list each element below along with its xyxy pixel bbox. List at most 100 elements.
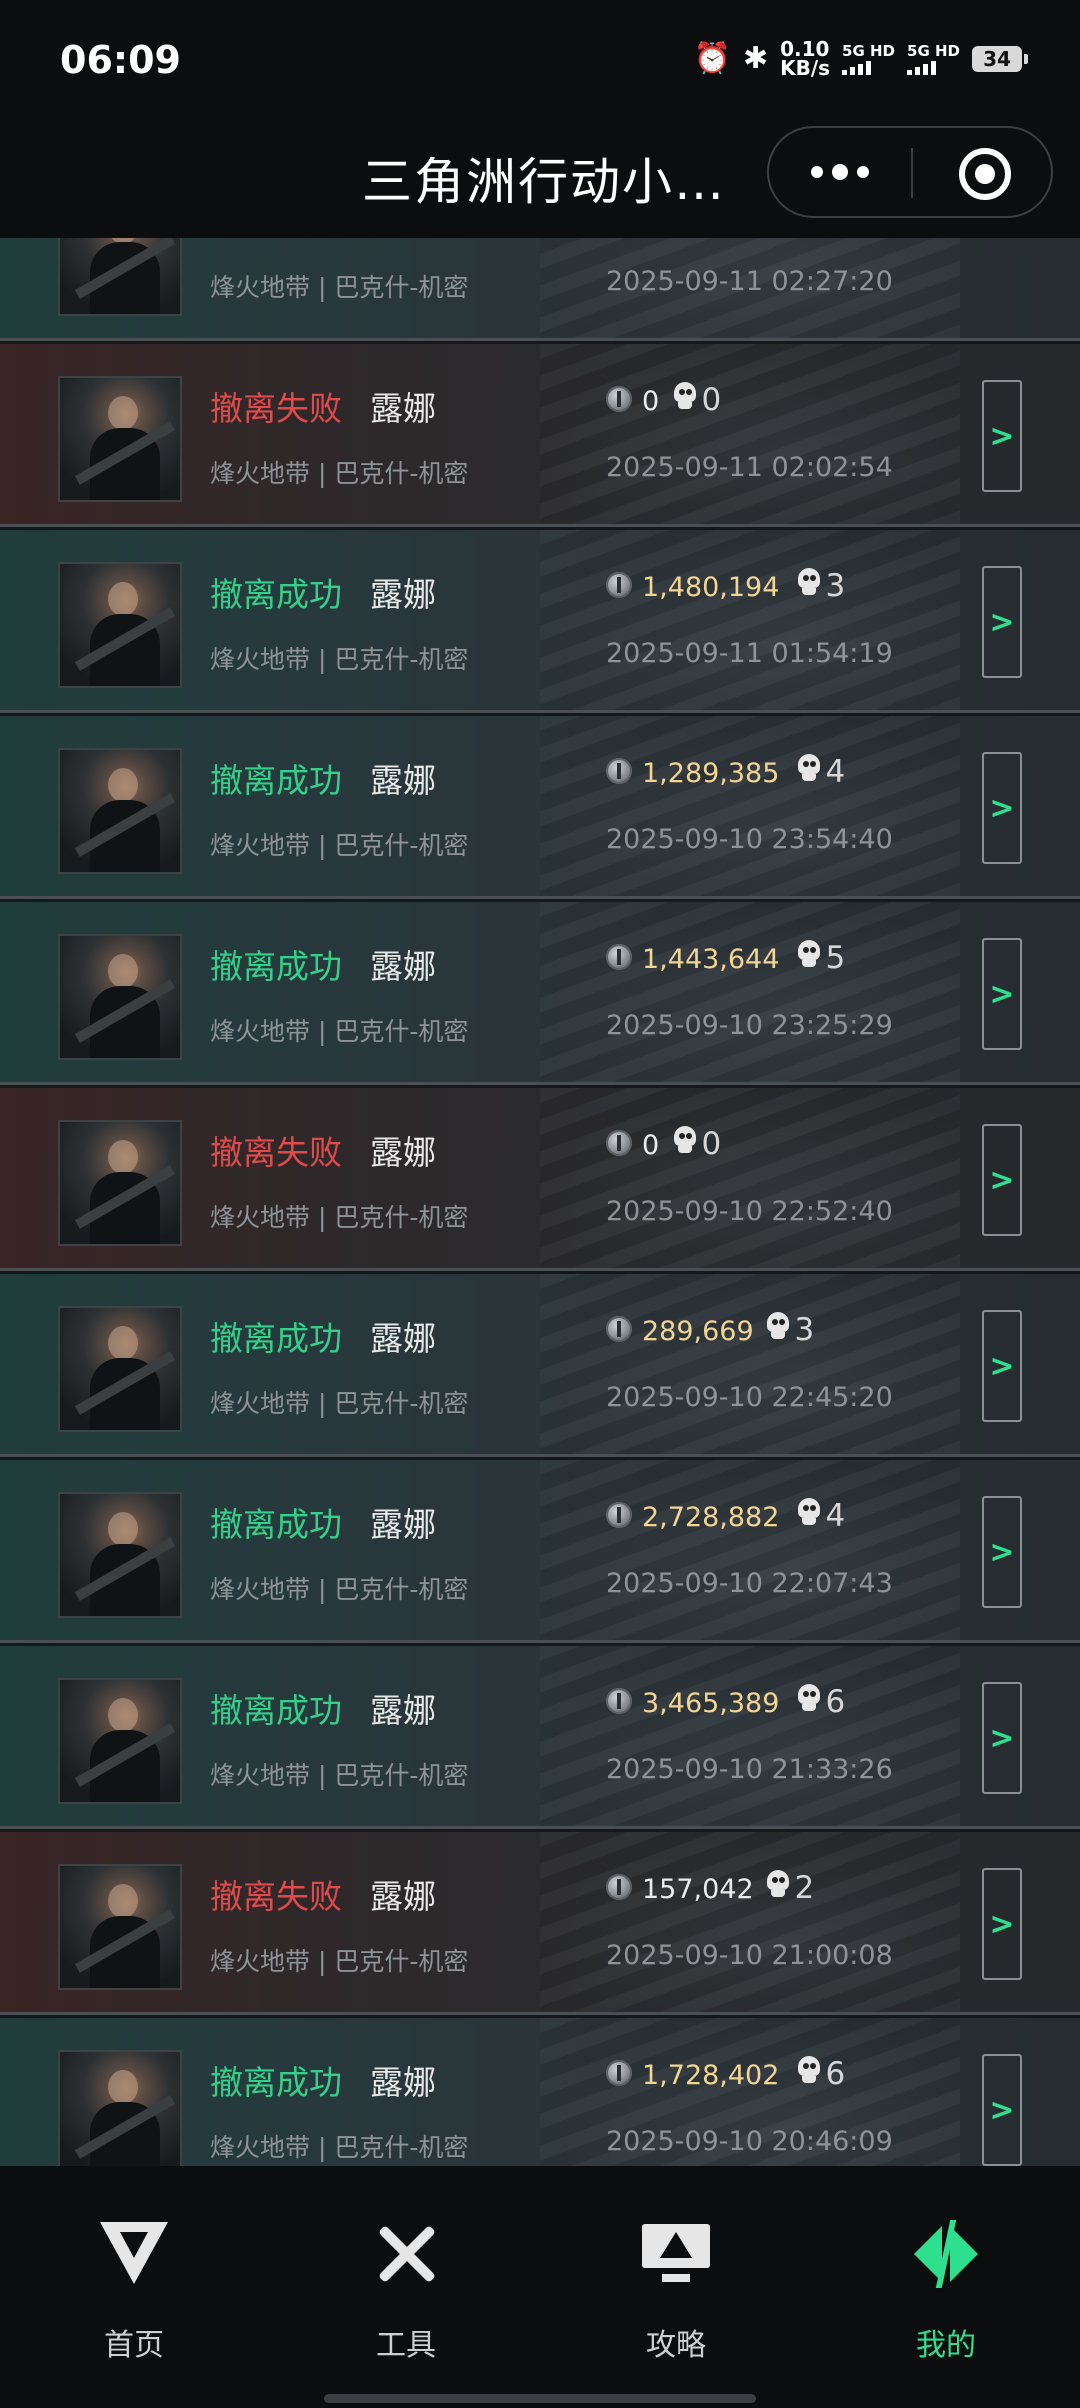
kill-count: 4 [825, 1498, 846, 1534]
detail-arrow-button[interactable]: > [982, 752, 1022, 864]
detail-arrow-button[interactable]: > [982, 1496, 1022, 1608]
coin-icon [606, 944, 632, 970]
map-background-art [540, 1832, 960, 2012]
loot-value: 2,728,882 [642, 1502, 780, 1533]
net-speed: 0.10 KB/s [780, 39, 831, 80]
sim1-label: 5G HD [842, 42, 896, 60]
match-time: 2025-09-10 22:45:20 [606, 1382, 893, 1413]
sim2-signal: 5G HD [907, 43, 960, 75]
operator-avatar [58, 562, 182, 688]
tab-mine[interactable]: 我的 [876, 2220, 1016, 2370]
extraction-status: 撤离成功 [210, 1319, 342, 1358]
mode-and-map: 烽火地带 | 巴克什-机密 [210, 645, 469, 674]
match-record-row[interactable]: 撤离成功 露娜 1,443,644 5 烽火地带 | 巴克什-机密 2025-09-10 … [0, 902, 1080, 1085]
home-indicator [324, 2394, 756, 2403]
extraction-status: 撤离失败 [210, 389, 342, 428]
miniprogram-close-icon[interactable] [959, 148, 1011, 200]
tab-label: 攻略 [646, 2328, 706, 2363]
operator-name: 露娜 [370, 1877, 436, 1916]
kill-skull-icon [796, 1682, 822, 1714]
more-dots-icon[interactable] [769, 128, 911, 216]
capsule-divider [911, 148, 913, 198]
kill-skull-icon [796, 1496, 822, 1528]
match-record-row[interactable]: 撤离成功 露娜 1,480,194 3 烽火地带 | 巴克什-机密 2025-09-11 … [0, 530, 1080, 713]
map-background-art [540, 1274, 960, 1454]
bluetooth-icon: ✱ [742, 41, 769, 76]
coin-icon [606, 572, 632, 598]
tab-guide[interactable]: 攻略 [606, 2220, 746, 2370]
operator-avatar [58, 376, 182, 502]
extraction-status: 撤离成功 [210, 2063, 342, 2102]
extraction-status: 撤离成功 [210, 1505, 342, 1544]
match-time: 2025-09-11 01:54:19 [606, 638, 893, 669]
operator-avatar [58, 934, 182, 1060]
match-record-row[interactable]: 撤离成功 露娜 3,465,389 6 烽火地带 | 巴克什-机密 2025-09-10 … [0, 1646, 1080, 1829]
match-time: 2025-09-10 23:54:40 [606, 824, 893, 855]
detail-arrow-button[interactable]: > [982, 2054, 1022, 2166]
tab-label: 工具 [376, 2328, 436, 2363]
match-record-row[interactable]: 撤离成功 露娜 289,669 3 烽火地带 | 巴克什-机密 2025-09-10 22… [0, 1274, 1080, 1457]
alarm-icon: ⏰ [693, 41, 731, 76]
operator-avatar [58, 238, 182, 316]
kill-count: 2 [794, 1870, 815, 1906]
match-record-row[interactable]: 撤离失败 露娜 0 0 烽火地带 | 巴克什-机密 2025-09-10 22:52:40… [0, 1088, 1080, 1271]
tools-icon [372, 2220, 440, 2288]
extraction-status: 撤离成功 [210, 947, 342, 986]
map-background-art [540, 1088, 960, 1268]
mode-and-map: 烽火地带 | 巴克什-机密 [210, 1203, 469, 1232]
loot-value: 289,669 [642, 1316, 754, 1347]
mode-and-map: 烽火地带 | 巴克什-机密 [210, 831, 469, 860]
match-record-list[interactable]: 烽火地带 | 巴克什-机密2025-09-11 02:27:20>撤离失败露娜0… [0, 238, 1080, 2166]
mode-and-map: 烽火地带 | 巴克什-机密 [210, 1947, 469, 1976]
operator-name: 露娜 [370, 1319, 436, 1358]
match-record-row[interactable]: 烽火地带 | 巴克什-机密2025-09-11 02:27:20> [0, 238, 1080, 341]
kill-skull-icon [796, 938, 822, 970]
detail-arrow-button[interactable]: > [982, 1124, 1022, 1236]
title-bar: 三角洲行动小… [0, 120, 1080, 238]
loot-value: 157,042 [642, 1874, 754, 1905]
page-title: 三角洲行动小… [362, 153, 726, 211]
status-bar: 06:09 ⏰ ✱ 0.10 KB/s 5G HD 5G HD 34 [0, 0, 1080, 120]
operator-avatar [58, 1306, 182, 1432]
extraction-status: 撤离失败 [210, 1133, 342, 1172]
coin-icon [606, 1130, 632, 1156]
detail-arrow-button[interactable]: > [982, 938, 1022, 1050]
sim2-label: 5G HD [907, 42, 960, 60]
match-record-row[interactable]: 撤离成功 露娜 2,728,882 4 烽火地带 | 巴克什-机密 2025-09-10 … [0, 1460, 1080, 1643]
home-delta-icon [100, 2220, 168, 2288]
coin-icon [606, 1502, 632, 1528]
mode-and-map: 烽火地带 | 巴克什-机密 [210, 273, 469, 302]
loot-value: 0 [642, 386, 660, 417]
detail-arrow-button[interactable]: > [982, 1310, 1022, 1422]
kill-skull-icon [672, 380, 698, 412]
detail-arrow-button[interactable]: > [982, 1682, 1022, 1794]
status-icons: ⏰ ✱ 0.10 KB/s 5G HD 5G HD 34 [693, 39, 1028, 80]
tab-home[interactable]: 首页 [64, 2220, 204, 2370]
extraction-status: 撤离成功 [210, 761, 342, 800]
match-time: 2025-09-10 20:46:09 [606, 2126, 893, 2157]
detail-arrow-button[interactable]: > [982, 380, 1022, 492]
net-speed-unit: KB/s [780, 56, 831, 80]
signal-bars-icon [842, 59, 872, 75]
bottom-tab-bar: 首页 工具 攻略 我的 [0, 2166, 1080, 2408]
match-time: 2025-09-10 21:33:26 [606, 1754, 893, 1785]
match-record-row[interactable]: 撤离失败 露娜 0 0 烽火地带 | 巴克什-机密 2025-09-11 02:02:54… [0, 344, 1080, 527]
detail-arrow-button[interactable]: > [982, 566, 1022, 678]
map-background-art [540, 902, 960, 1082]
detail-arrow-button[interactable]: > [982, 1868, 1022, 1980]
loot-value: 1,728,402 [642, 2060, 780, 2091]
kill-count: 3 [794, 1312, 815, 1348]
coin-icon [606, 386, 632, 412]
match-record-row[interactable]: 撤离成功 露娜 1,289,385 4 烽火地带 | 巴克什-机密 2025-09-10 … [0, 716, 1080, 899]
operator-name: 露娜 [370, 1133, 436, 1172]
match-record-row[interactable]: 撤离成功 露娜 1,728,402 6 烽火地带 | 巴克什-机密 2025-09-10 … [0, 2018, 1080, 2166]
operator-name: 露娜 [370, 389, 436, 428]
coin-icon [606, 758, 632, 784]
tab-label: 首页 [104, 2328, 164, 2363]
tab-tools[interactable]: 工具 [336, 2220, 476, 2370]
match-record-row[interactable]: 撤离失败 露娜 157,042 2 烽火地带 | 巴克什-机密 2025-09-10 21… [0, 1832, 1080, 2015]
kill-count: 5 [825, 940, 846, 976]
match-time: 2025-09-11 02:02:54 [606, 452, 893, 483]
kill-count: 6 [825, 1684, 846, 1720]
operator-avatar [58, 1492, 182, 1618]
